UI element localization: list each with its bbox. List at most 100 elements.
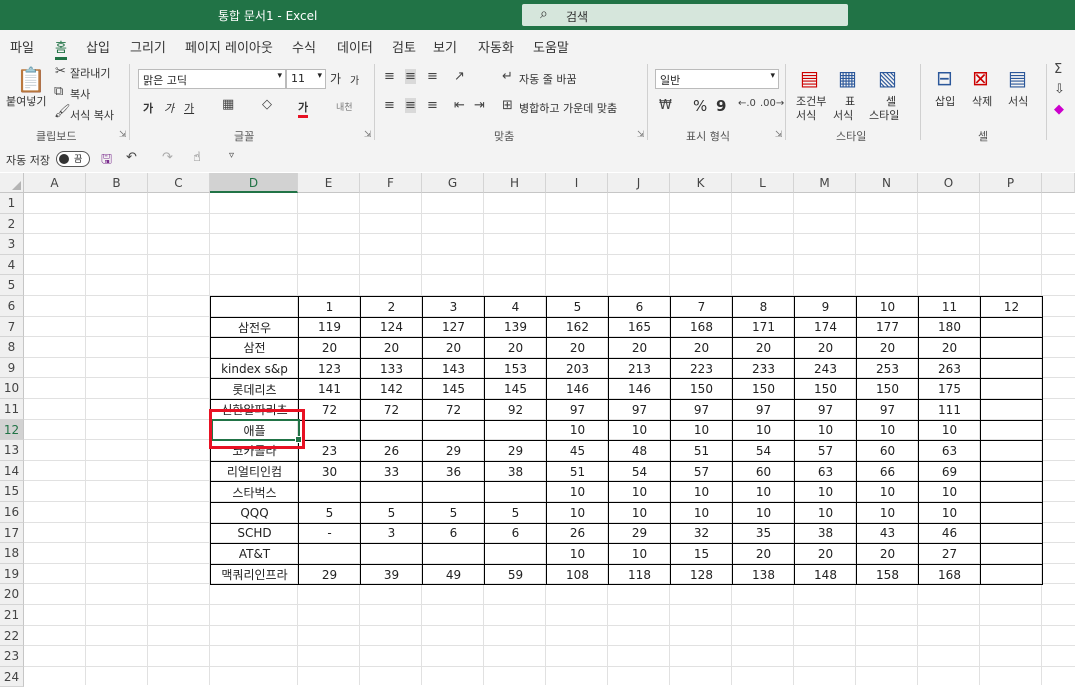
table-cell[interactable]: 7 [670,296,733,318]
row-header-8[interactable]: 8 [0,337,24,358]
row-header-20[interactable]: 20 [0,584,24,605]
table-cell[interactable]: 168 [918,563,981,586]
row-header-13[interactable]: 13 [0,440,24,461]
align-top-icon[interactable]: ≡ [384,69,395,84]
table-cell[interactable]: 174 [794,316,857,339]
table-cell[interactable] [360,419,423,442]
column-header-c[interactable]: C [148,173,210,193]
table-cell[interactable]: 119 [298,316,361,339]
row-label-cell[interactable]: QQQ [210,501,299,524]
table-cell[interactable]: 29 [422,440,485,462]
number-format-select[interactable]: 일반 ▾ [655,69,779,89]
tab-8[interactable]: 보기 [433,37,457,56]
tab-7[interactable]: 검토 [392,37,416,56]
grow-font-button[interactable]: 가 [330,70,341,87]
table-cell[interactable] [980,337,1043,359]
column-header-o[interactable]: O [918,173,980,193]
table-cell[interactable]: 8 [732,296,795,318]
row-header-3[interactable]: 3 [0,234,24,255]
insert-cells-button[interactable]: 삽입 [935,93,955,109]
table-cell[interactable]: 69 [918,460,981,483]
table-cell[interactable]: 26 [360,440,423,462]
table-cell[interactable]: 12 [980,296,1043,318]
table-cell[interactable]: 10 [670,419,733,442]
worksheet-grid[interactable]: 1 2 3 4 5 6 7 8 9 10 11 12 삼전우 119 124 127 139 162 165 168 1… [24,193,1075,685]
table-cell[interactable] [360,543,423,565]
column-header-h[interactable]: H [484,173,546,193]
font-name-select[interactable]: 맑은 고딕 ▾ [138,69,286,89]
table-cell[interactable] [298,481,361,503]
column-header-b[interactable]: B [86,173,148,193]
table-cell[interactable]: 5 [484,501,547,524]
table-cell[interactable]: 175 [918,378,981,400]
table-cell[interactable]: 29 [608,522,671,545]
table-cell[interactable]: 11 [918,296,981,318]
table-cell[interactable] [980,522,1043,545]
table-cell[interactable]: 146 [608,378,671,400]
table-cell[interactable]: 203 [546,357,609,380]
table-cell[interactable] [422,481,485,503]
table-cell[interactable]: 45 [546,440,609,462]
percent-button[interactable]: % [693,97,707,115]
table-cell[interactable]: 150 [856,378,919,400]
table-cell[interactable]: 233 [732,357,795,380]
table-cell[interactable]: 23 [298,440,361,462]
table-cell[interactable]: 3 [360,522,423,545]
row-label-cell[interactable]: 맥쿼리인프라 [210,563,299,586]
table-cell[interactable]: 2 [360,296,423,318]
tab-1[interactable]: 홈 [55,37,67,60]
format-painter-icon[interactable]: 🖌 [54,104,71,119]
launcher-icon[interactable]: ⇲ [364,130,372,140]
table-cell[interactable]: 72 [298,398,361,421]
row-header-2[interactable]: 2 [0,213,24,235]
column-header-a[interactable]: A [24,173,86,193]
row-label-cell[interactable]: SCHD [210,522,299,545]
row-header-23[interactable]: 23 [0,646,24,667]
table-cell[interactable]: 146 [546,378,609,400]
column-header-k[interactable]: K [670,173,732,193]
row-label-cell[interactable]: 삼전 [210,337,299,359]
table-cell[interactable] [980,398,1043,421]
column-header-l[interactable]: L [732,173,794,193]
table-cell[interactable]: 10 [732,481,795,503]
table-cell[interactable]: 10 [670,481,733,503]
row-label-cell[interactable] [210,296,299,318]
font-size-select[interactable]: 11 ▾ [286,69,326,89]
launcher-icon[interactable]: ⇲ [119,130,127,140]
table-cell[interactable]: 63 [918,440,981,462]
merge-center-button[interactable]: 병합하고 가운데 맞춤 [519,100,617,116]
table-cell[interactable]: 10 [856,481,919,503]
table-cell[interactable]: 124 [360,316,423,339]
table-cell[interactable]: 5 [422,501,485,524]
table-cell[interactable]: 60 [856,440,919,462]
insert-cells-icon[interactable]: ⊟ [936,66,953,90]
table-cell[interactable] [980,316,1043,339]
table-cell[interactable]: 171 [732,316,795,339]
table-cell[interactable]: 10 [546,501,609,524]
table-cell[interactable]: 20 [794,543,857,565]
copy-button[interactable]: 복사 [70,86,90,102]
table-cell[interactable]: 162 [546,316,609,339]
table-cell[interactable] [980,563,1043,586]
row-header-11[interactable]: 11 [0,399,24,420]
row-header-24[interactable]: 24 [0,666,24,687]
table-cell[interactable]: 10 [608,501,671,524]
table-cell[interactable]: 10 [918,501,981,524]
align-left-icon[interactable]: ≡ [384,98,395,113]
table-cell[interactable]: 1 [298,296,361,318]
table-cell[interactable]: 263 [918,357,981,380]
table-cell[interactable]: 5 [360,501,423,524]
table-cell[interactable]: 6 [608,296,671,318]
column-header-p[interactable]: P [980,173,1042,193]
table-cell[interactable] [980,419,1043,442]
cut-button[interactable]: 잘라내기 [70,65,110,81]
copy-icon[interactable]: ⧉ [54,84,63,99]
column-header-partial[interactable] [1042,173,1075,193]
table-cell[interactable]: 20 [422,337,485,359]
table-cell[interactable]: 97 [608,398,671,421]
table-cell[interactable]: 133 [360,357,423,380]
row-label-cell[interactable]: 롯데리츠 [210,378,299,400]
table-cell[interactable] [298,419,361,442]
table-cell[interactable]: 20 [856,337,919,359]
format-painter-button[interactable]: 서식 복사 [70,107,114,123]
